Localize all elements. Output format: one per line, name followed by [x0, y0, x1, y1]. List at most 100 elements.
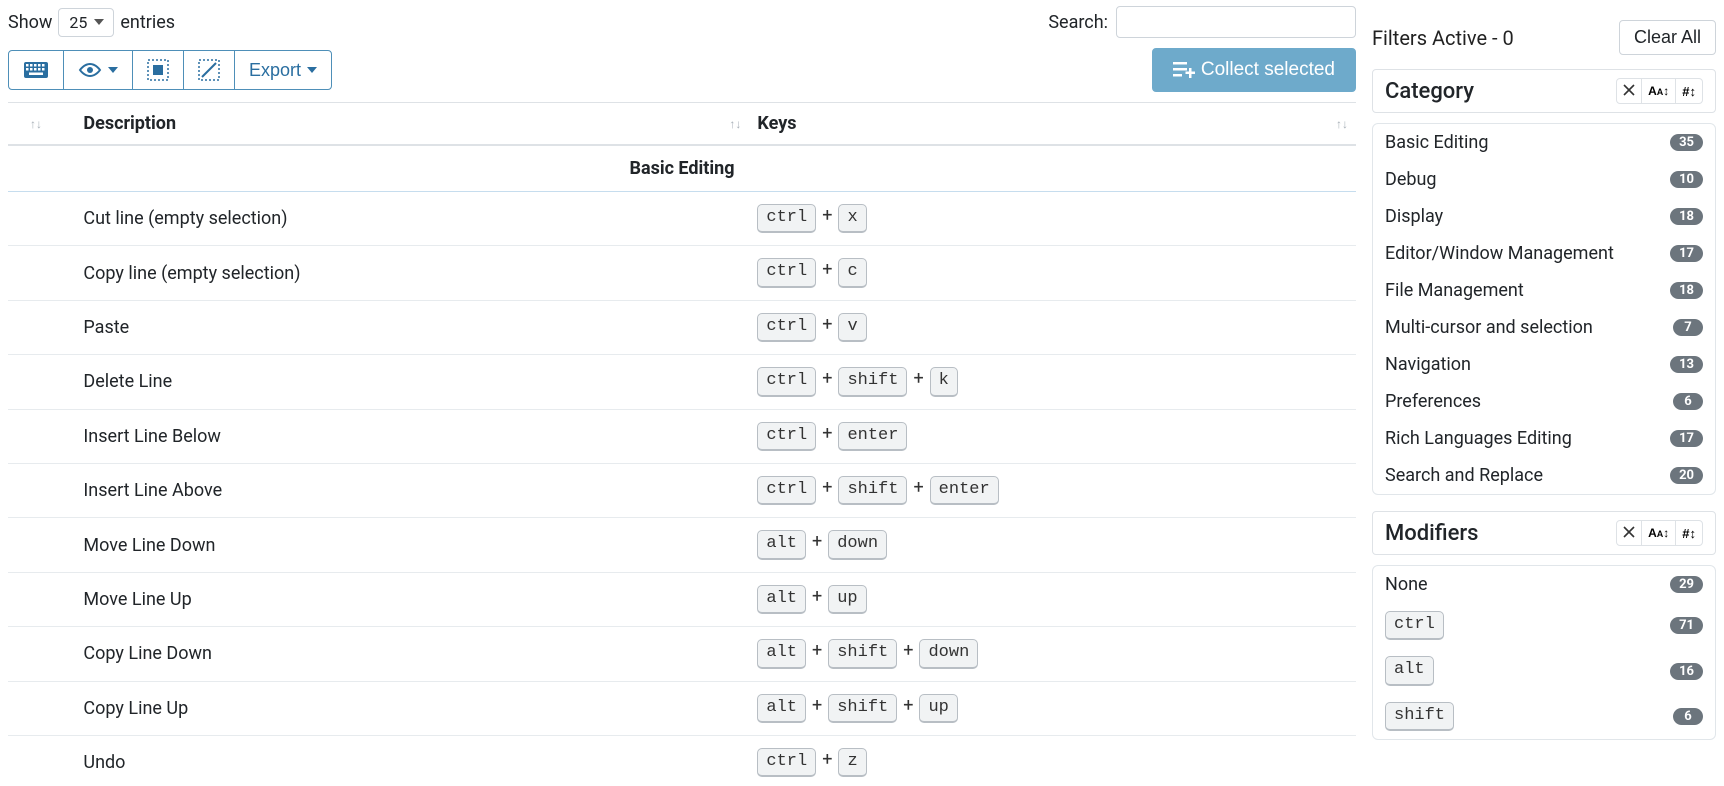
- row-description: Cut line (empty selection): [75, 192, 749, 246]
- modifier-count-badge: 16: [1670, 663, 1703, 680]
- table-row[interactable]: Insert Line Belowctrl+enter: [8, 409, 1356, 463]
- key-badge: k: [930, 367, 958, 396]
- section-header-label: Basic Editing: [8, 145, 1356, 192]
- table-row[interactable]: Cut line (empty selection)ctrl+x: [8, 192, 1356, 246]
- table-row[interactable]: Copy Line Upalt+shift+up: [8, 681, 1356, 735]
- caret-down-icon: [307, 67, 317, 73]
- category-list: Basic Editing35Debug10Display18Editor/Wi…: [1372, 123, 1716, 495]
- key-badge: alt: [757, 694, 806, 723]
- key-badge: down: [919, 639, 978, 668]
- sort-count-button[interactable]: #↕: [1675, 78, 1703, 104]
- keyboard-button[interactable]: [8, 50, 64, 90]
- search-input[interactable]: [1116, 6, 1356, 38]
- key-badge: ctrl: [757, 748, 816, 777]
- key-badge: enter: [930, 476, 999, 505]
- entries-select[interactable]: 25: [58, 8, 114, 37]
- row-keys: ctrl+enter: [749, 409, 1356, 463]
- row-keys: alt+down: [749, 518, 1356, 572]
- category-label: File Management: [1385, 280, 1524, 301]
- table-row[interactable]: Move Line Downalt+down: [8, 518, 1356, 572]
- search-label: Search:: [1048, 12, 1108, 33]
- modifiers-panel-controls: AA↕ #↕: [1616, 520, 1703, 546]
- category-label: Basic Editing: [1385, 132, 1488, 153]
- col-index-header[interactable]: ↑↓: [8, 103, 75, 146]
- row-description: Copy Line Down: [75, 627, 749, 681]
- key-badge: ctrl: [757, 204, 816, 233]
- filters-active-label: Filters Active - 0: [1372, 26, 1514, 50]
- category-filter-item[interactable]: File Management18: [1373, 272, 1715, 309]
- table-row[interactable]: Delete Linectrl+shift+k: [8, 355, 1356, 409]
- section-header-row: Basic Editing: [8, 145, 1356, 192]
- category-filter-item[interactable]: Multi-cursor and selection7: [1373, 309, 1715, 346]
- table-row[interactable]: Move Line Upalt+up: [8, 572, 1356, 626]
- key-plus: +: [806, 695, 828, 716]
- category-filter-item[interactable]: Debug10: [1373, 161, 1715, 198]
- modifier-filter-item[interactable]: None 29: [1373, 566, 1715, 603]
- row-description: Copy Line Up: [75, 681, 749, 735]
- entries-select-wrap[interactable]: 25: [58, 12, 114, 33]
- row-keys: ctrl+shift+k: [749, 355, 1356, 409]
- row-index-cell: [8, 300, 75, 354]
- row-index-cell: [8, 518, 75, 572]
- entries-label: entries: [120, 12, 175, 33]
- table-row[interactable]: Pastectrl+v: [8, 300, 1356, 354]
- key-badge: alt: [757, 530, 806, 559]
- sort-alpha-button[interactable]: AA↕: [1641, 520, 1676, 546]
- key-plus: +: [816, 477, 838, 498]
- category-filter-item[interactable]: Rich Languages Editing17: [1373, 420, 1715, 457]
- row-description: Paste: [75, 300, 749, 354]
- category-filter-item[interactable]: Display18: [1373, 198, 1715, 235]
- row-index-cell: [8, 735, 75, 786]
- category-count-badge: 18: [1670, 208, 1703, 225]
- table-row[interactable]: Copy Line Downalt+shift+down: [8, 627, 1356, 681]
- category-panel-controls: AA↕ #↕: [1616, 78, 1703, 104]
- table-row[interactable]: Undoctrl+z: [8, 735, 1356, 786]
- key-plus: +: [816, 368, 838, 389]
- col-keys-header[interactable]: Keys ↑↓: [749, 103, 1356, 146]
- visibility-dropdown-button[interactable]: [63, 50, 133, 90]
- modifier-filter-item[interactable]: ctrl71: [1373, 603, 1715, 648]
- category-count-badge: 35: [1670, 134, 1703, 151]
- key-badge: shift: [828, 694, 897, 723]
- key-plus: +: [897, 640, 919, 661]
- toolbar-button-group: Export: [8, 50, 332, 90]
- clear-modifier-sort-button[interactable]: [1616, 520, 1642, 546]
- clear-category-sort-button[interactable]: [1616, 78, 1642, 104]
- key-badge: up: [828, 585, 866, 614]
- export-dropdown-button[interactable]: Export: [234, 50, 332, 90]
- row-description: Insert Line Below: [75, 409, 749, 463]
- select-all-button[interactable]: [132, 50, 184, 90]
- deselect-all-button[interactable]: [183, 50, 235, 90]
- category-count-badge: 6: [1673, 393, 1703, 410]
- category-filter-item[interactable]: Editor/Window Management17: [1373, 235, 1715, 272]
- modifier-count-badge: 71: [1670, 617, 1703, 634]
- sort-count-button[interactable]: #↕: [1675, 520, 1703, 546]
- col-description-label: Description: [83, 113, 176, 134]
- category-filter-item[interactable]: Preferences 6: [1373, 383, 1715, 420]
- key-badge: alt: [757, 639, 806, 668]
- modifier-filter-item[interactable]: alt16: [1373, 648, 1715, 693]
- clear-all-button[interactable]: Clear All: [1619, 20, 1716, 55]
- category-filter-item[interactable]: Basic Editing 35: [1373, 124, 1715, 161]
- key-plus: +: [907, 477, 929, 498]
- category-label: Editor/Window Management: [1385, 243, 1614, 264]
- collect-selected-button[interactable]: Collect selected: [1152, 48, 1356, 92]
- collect-selected-label: Collect selected: [1201, 59, 1335, 81]
- row-keys: ctrl+shift+enter: [749, 463, 1356, 517]
- row-index-cell: [8, 409, 75, 463]
- row-keys: ctrl+z: [749, 735, 1356, 786]
- key-plus: +: [816, 259, 838, 280]
- col-description-header[interactable]: Description ↑↓: [75, 103, 749, 146]
- table-row[interactable]: Insert Line Abovectrl+shift+enter: [8, 463, 1356, 517]
- category-label: Preferences: [1385, 391, 1481, 412]
- table-row[interactable]: Copy line (empty selection)ctrl+c: [8, 246, 1356, 300]
- modifier-label: None: [1385, 574, 1428, 595]
- category-filter-item[interactable]: Navigation13: [1373, 346, 1715, 383]
- category-count-badge: 10: [1670, 171, 1703, 188]
- modifier-filter-item[interactable]: shift6: [1373, 694, 1715, 739]
- key-plus: +: [816, 314, 838, 335]
- modifier-count-badge: 29: [1670, 576, 1703, 593]
- sort-alpha-button[interactable]: AA↕: [1641, 78, 1676, 104]
- close-icon: [1623, 525, 1635, 541]
- category-filter-item[interactable]: Search and Replace20: [1373, 457, 1715, 494]
